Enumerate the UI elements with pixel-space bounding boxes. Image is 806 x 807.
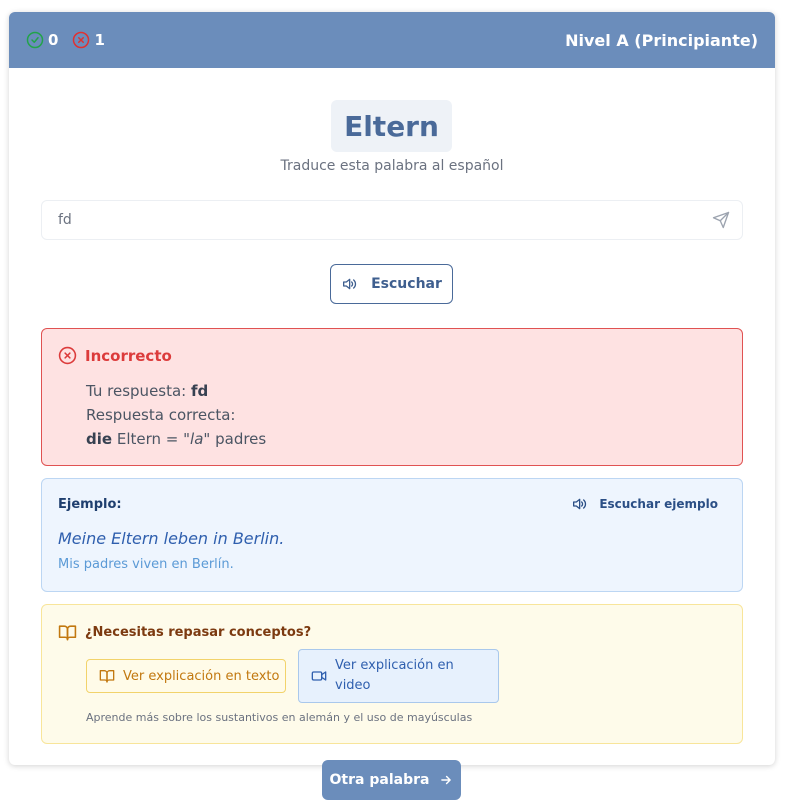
incorrect-count: 1	[94, 31, 105, 49]
book-open-icon	[99, 668, 115, 684]
correct-article: die	[86, 430, 113, 448]
video-icon	[311, 668, 327, 684]
x-circle-icon	[58, 346, 77, 365]
next-word-label: Otra palabra	[329, 772, 430, 788]
review-title-text: ¿Necesitas repasar conceptos?	[85, 625, 312, 640]
example-sentence: Meine Eltern leben in Berlin.	[58, 529, 285, 548]
text-explanation-label: Ver explicación en texto	[123, 668, 280, 684]
book-open-icon	[58, 623, 77, 642]
next-word-button[interactable]: Otra palabra	[322, 760, 461, 800]
listen-button-label: Escuchar	[371, 276, 442, 292]
level-label: Nivel A (Principiante)	[565, 30, 758, 50]
feedback-title-text: Incorrecto	[85, 346, 172, 365]
score-counters: 0 1	[26, 31, 119, 49]
feedback-title: Incorrecto	[58, 346, 172, 365]
header-bar: 0 1 Nivel A (Principiante)	[9, 12, 775, 68]
correct-score: 0	[26, 31, 58, 49]
quiz-card: 0 1 Nivel A (Principiante) Eltern Traduc…	[9, 12, 775, 765]
arrow-right-icon	[439, 773, 453, 787]
translation-article: "la"	[183, 430, 211, 448]
listen-button[interactable]: Escuchar	[330, 264, 453, 304]
example-panel: Ejemplo: Escuchar ejemplo Meine Eltern l…	[41, 478, 743, 592]
correct-count: 0	[48, 31, 59, 49]
send-icon[interactable]	[712, 211, 730, 229]
review-title: ¿Necesitas repasar conceptos?	[58, 623, 311, 642]
listen-example-button[interactable]: Escuchar ejemplo	[571, 496, 718, 512]
correct-word: Eltern	[116, 430, 162, 448]
text-explanation-button[interactable]: Ver explicación en texto	[86, 659, 286, 693]
check-circle-icon	[26, 31, 44, 49]
correct-translation: padres	[215, 430, 267, 448]
incorrect-score: 1	[72, 31, 105, 49]
video-explanation-button[interactable]: Ver explicación en video	[298, 649, 499, 703]
your-answer-line: Tu respuesta: fd	[86, 382, 209, 400]
speaker-icon	[341, 276, 357, 292]
video-explanation-label: Ver explicación en video	[335, 658, 454, 693]
listen-example-label: Escuchar ejemplo	[599, 497, 718, 511]
instruction-text: Traduce esta palabra al español	[280, 158, 504, 174]
correct-answer-label: Respuesta correcta:	[86, 406, 236, 424]
your-answer-value: fd	[191, 382, 209, 400]
example-translation: Mis padres viven en Berlín.	[58, 557, 234, 572]
x-circle-icon	[72, 31, 90, 49]
word-card: Eltern	[331, 100, 452, 152]
speaker-icon	[571, 496, 587, 512]
answer-input[interactable]: fd	[41, 200, 743, 240]
review-panel: ¿Necesitas repasar conceptos? Ver explic…	[41, 604, 743, 744]
feedback-error: Incorrecto Tu respuesta: fd Respuesta co…	[41, 328, 743, 466]
answer-value[interactable]: fd	[58, 212, 712, 228]
example-label: Ejemplo:	[58, 497, 122, 512]
correct-answer-line: die Eltern = "la" padres	[86, 430, 267, 448]
target-word: Eltern	[344, 109, 439, 143]
feedback-details: Tu respuesta: fd Respuesta correcta: die…	[86, 379, 266, 451]
review-note: Aprende más sobre los sustantivos en ale…	[86, 711, 473, 724]
